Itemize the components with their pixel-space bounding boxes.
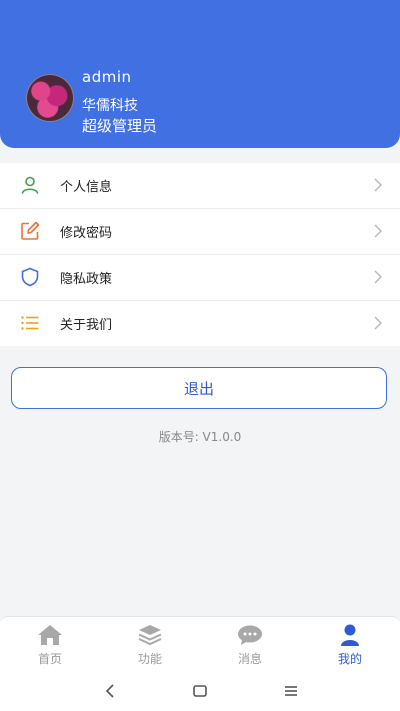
logout-button[interactable]: 退出 xyxy=(11,367,387,409)
menu-item-personal-info[interactable]: 个人信息 xyxy=(0,163,400,209)
menu-item-label: 隐私政策 xyxy=(60,272,113,287)
tab-functions[interactable]: 功能 xyxy=(100,617,200,671)
tab-label: 消息 xyxy=(237,652,262,666)
settings-menu: 个人信息 修改密码 隐私政策 关于我们 xyxy=(0,163,400,346)
system-navigation-bar xyxy=(0,670,400,711)
profile-header: admin 华儒科技 超级管理员 xyxy=(0,0,400,148)
menu-item-about-us[interactable]: 关于我们 xyxy=(0,301,400,346)
list-icon xyxy=(21,316,39,330)
home-square-icon[interactable] xyxy=(191,682,209,700)
menu-item-change-password[interactable]: 修改密码 xyxy=(0,209,400,255)
chevron-right-icon xyxy=(374,224,382,238)
menu-item-label: 个人信息 xyxy=(60,180,113,195)
tab-label: 我的 xyxy=(337,652,362,666)
tab-label: 首页 xyxy=(37,652,62,666)
layers-icon xyxy=(138,625,162,646)
tab-messages[interactable]: 消息 xyxy=(200,617,300,671)
chevron-right-icon xyxy=(374,316,382,330)
tab-label: 功能 xyxy=(137,652,162,666)
menu-icon[interactable] xyxy=(282,682,300,700)
chat-icon xyxy=(238,625,262,645)
chevron-right-icon xyxy=(374,178,382,192)
menu-item-privacy-policy[interactable]: 隐私政策 xyxy=(0,255,400,301)
home-icon xyxy=(38,625,62,645)
user-role: 超级管理员 xyxy=(82,117,158,135)
menu-item-label: 关于我们 xyxy=(60,318,113,333)
back-icon[interactable] xyxy=(102,682,120,700)
chevron-right-icon xyxy=(374,270,382,284)
company-name: 华儒科技 xyxy=(82,98,138,114)
tab-mine[interactable]: 我的 xyxy=(300,617,400,671)
shield-icon xyxy=(21,267,39,287)
avatar[interactable] xyxy=(26,74,74,122)
user-icon xyxy=(21,176,39,194)
bottom-tab-bar: 首页 功能 消息 我的 xyxy=(0,616,400,671)
edit-icon xyxy=(21,221,40,240)
menu-item-label: 修改密码 xyxy=(60,226,113,241)
tab-home[interactable]: 首页 xyxy=(0,617,100,671)
version-text: 版本号: V1.0.0 xyxy=(158,430,242,444)
username: admin xyxy=(82,68,132,86)
person-icon xyxy=(341,624,359,646)
